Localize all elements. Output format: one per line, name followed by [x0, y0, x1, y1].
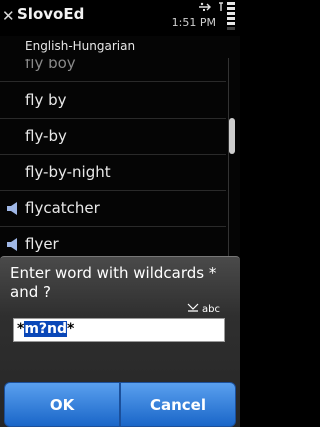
list-item-word: flyer [25, 235, 59, 253]
list-item-word: flycatcher [25, 199, 100, 217]
input-mode-label: abc [202, 304, 220, 315]
battery-icon [227, 2, 237, 34]
list-item-word: fly by [25, 91, 67, 109]
speaker-icon [7, 238, 17, 251]
list-item-word: fly boy [25, 59, 76, 72]
list-item[interactable]: fly by [0, 82, 226, 119]
wildcard-input[interactable]: *m?nd* [13, 318, 225, 342]
input-suffix: * [67, 321, 75, 337]
scrollbar-thumb[interactable] [229, 118, 235, 154]
list-item[interactable]: fly boy [0, 59, 226, 82]
dictionary-name: English-Hungarian [25, 39, 136, 53]
list-item[interactable]: fly-by-night [0, 154, 226, 191]
scrollbar-track[interactable] [228, 58, 237, 278]
screen: ✕ SlovoEd 1:51 PM English-Hungarian fly … [0, 0, 240, 427]
wildcard-dialog: Enter word with wildcards * and ? abc *m… [0, 256, 240, 427]
list-item[interactable]: flycatcher [0, 190, 226, 227]
clock: 1:51 PM [171, 16, 216, 29]
list-item-word: fly-by [25, 127, 67, 145]
speaker-icon [7, 202, 17, 215]
word-list[interactable]: fly boy fly by fly-by fly-by-night flyca… [0, 59, 226, 273]
ok-button[interactable]: OK [4, 382, 120, 427]
title-bar: ✕ SlovoEd 1:51 PM [0, 0, 240, 36]
app-title: SlovoEd [17, 5, 85, 23]
input-selection: m?nd [24, 321, 68, 337]
wildcard-input-value: *m?nd* [17, 321, 74, 337]
close-icon[interactable]: ✕ [2, 8, 16, 24]
dialog-prompt: Enter word with wildcards * and ? [10, 264, 217, 301]
input-mode-indicator: abc [187, 303, 220, 315]
list-item[interactable]: fly-by [0, 118, 226, 155]
usb-icon [199, 2, 211, 11]
pen-icon [187, 303, 199, 312]
signal-icon [219, 2, 223, 11]
cancel-button[interactable]: Cancel [120, 382, 236, 427]
list-item-word: fly-by-night [25, 163, 111, 181]
